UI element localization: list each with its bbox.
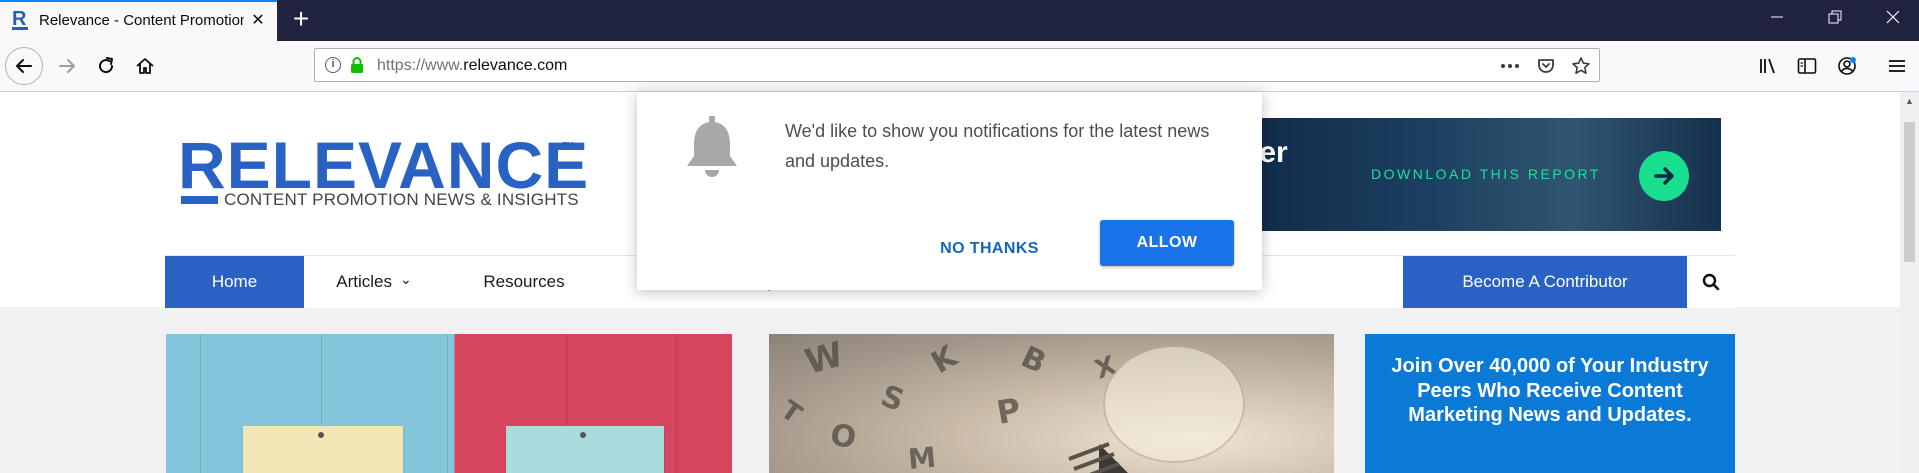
url-text[interactable]: https://www.relevance.com <box>377 57 567 75</box>
svg-text:T: T <box>775 395 807 430</box>
notification-permission-popup: We'd like to show you notifications for … <box>637 92 1262 290</box>
arrow-right-icon[interactable] <box>1639 151 1689 201</box>
restore-window-icon[interactable] <box>1823 8 1847 32</box>
active-tab[interactable]: R Relevance - Content Promotion News & I… <box>0 0 277 41</box>
tab-accent-line <box>0 0 277 2</box>
notification-message: We'd like to show you notifications for … <box>785 121 1210 171</box>
newsletter-promo-card[interactable]: Join Over 40,000 of Your Industry Peers … <box>1365 334 1735 473</box>
logo-accent-bar <box>181 196 218 204</box>
tab-strip: R Relevance - Content Promotion News & I… <box>0 0 1919 41</box>
tab-close-icon[interactable]: ✕ <box>248 11 268 31</box>
nav-articles[interactable]: Articles ⌄ <box>304 256 444 308</box>
bell-icon <box>682 116 742 180</box>
allow-button[interactable]: ALLOW <box>1100 220 1234 266</box>
library-icon[interactable] <box>1755 53 1781 79</box>
ad-cta-text: DOWNLOAD THIS REPORT <box>1371 166 1601 182</box>
pin <box>318 432 324 438</box>
chevron-down-icon: ⌄ <box>400 270 412 287</box>
url-bar[interactable]: i https://www.relevance.com <box>314 48 1600 82</box>
newsletter-promo-text: Join Over 40,000 of Your Industry Peers … <box>1391 355 1709 426</box>
wood-plank-line <box>447 334 448 473</box>
site-logo[interactable]: RELEVANCE <box>178 132 589 198</box>
home-icon[interactable] <box>128 49 162 83</box>
reload-icon[interactable] <box>89 49 123 83</box>
ad-banner[interactable]: her DOWNLOAD THIS REPORT <box>1225 118 1721 231</box>
become-contributor-button[interactable]: Become A Contributor <box>1403 256 1687 308</box>
logo-tagline: CONTENT PROMOTION NEWS & INSIGHTS <box>224 190 579 209</box>
back-arrow-icon[interactable] <box>5 47 43 85</box>
search-icon[interactable] <box>1687 256 1735 308</box>
new-tab-icon[interactable]: + <box>289 5 313 33</box>
bookmark-star-icon[interactable] <box>1570 55 1592 77</box>
nav-resources[interactable]: Resources <box>444 256 604 308</box>
wood-plank-line <box>676 334 677 473</box>
logo-trademark: ™ <box>562 139 575 154</box>
svg-text:W: W <box>801 334 848 382</box>
svg-text:S: S <box>876 379 908 419</box>
close-window-icon[interactable] <box>1881 8 1905 32</box>
url-domain: relevance.com <box>463 57 568 74</box>
wood-plank-line <box>200 334 201 473</box>
svg-text:M: M <box>907 441 938 473</box>
scroll-thumb[interactable] <box>1904 122 1915 262</box>
no-thanks-button[interactable]: NO THANKS <box>932 232 1047 266</box>
nav-home[interactable]: Home <box>165 256 304 308</box>
article-card-image-notes[interactable] <box>166 334 732 473</box>
url-prefix: https://www. <box>377 57 464 74</box>
scroll-up-arrow-icon[interactable]: ▲ <box>1904 96 1915 106</box>
article-card-image-lightbulb[interactable]: W S K O P B M T X <box>769 334 1334 473</box>
minimize-window-icon[interactable] <box>1765 8 1789 32</box>
lock-icon[interactable] <box>349 56 365 74</box>
pin <box>580 432 586 438</box>
navigation-toolbar: i https://www.relevance.com <box>0 41 1919 92</box>
info-icon[interactable]: i <box>325 57 341 73</box>
svg-text:P: P <box>994 390 1024 431</box>
nav-articles-label: Articles <box>336 272 392 291</box>
svg-text:B: B <box>1016 340 1052 381</box>
menu-icon[interactable] <box>1884 53 1910 79</box>
sidebar-icon[interactable] <box>1794 53 1820 79</box>
page-scrollbar[interactable]: ▲ <box>1900 92 1919 473</box>
forward-arrow-icon[interactable] <box>50 49 84 83</box>
more-actions-icon[interactable] <box>1499 55 1521 77</box>
svg-text:K: K <box>926 338 965 381</box>
account-icon[interactable] <box>1834 53 1860 79</box>
svg-text:O: O <box>828 417 859 456</box>
relevance-favicon-icon: R <box>12 8 28 30</box>
pocket-icon[interactable] <box>1535 55 1557 77</box>
tab-title: Relevance - Content Promotion News & Ins… <box>39 12 244 29</box>
